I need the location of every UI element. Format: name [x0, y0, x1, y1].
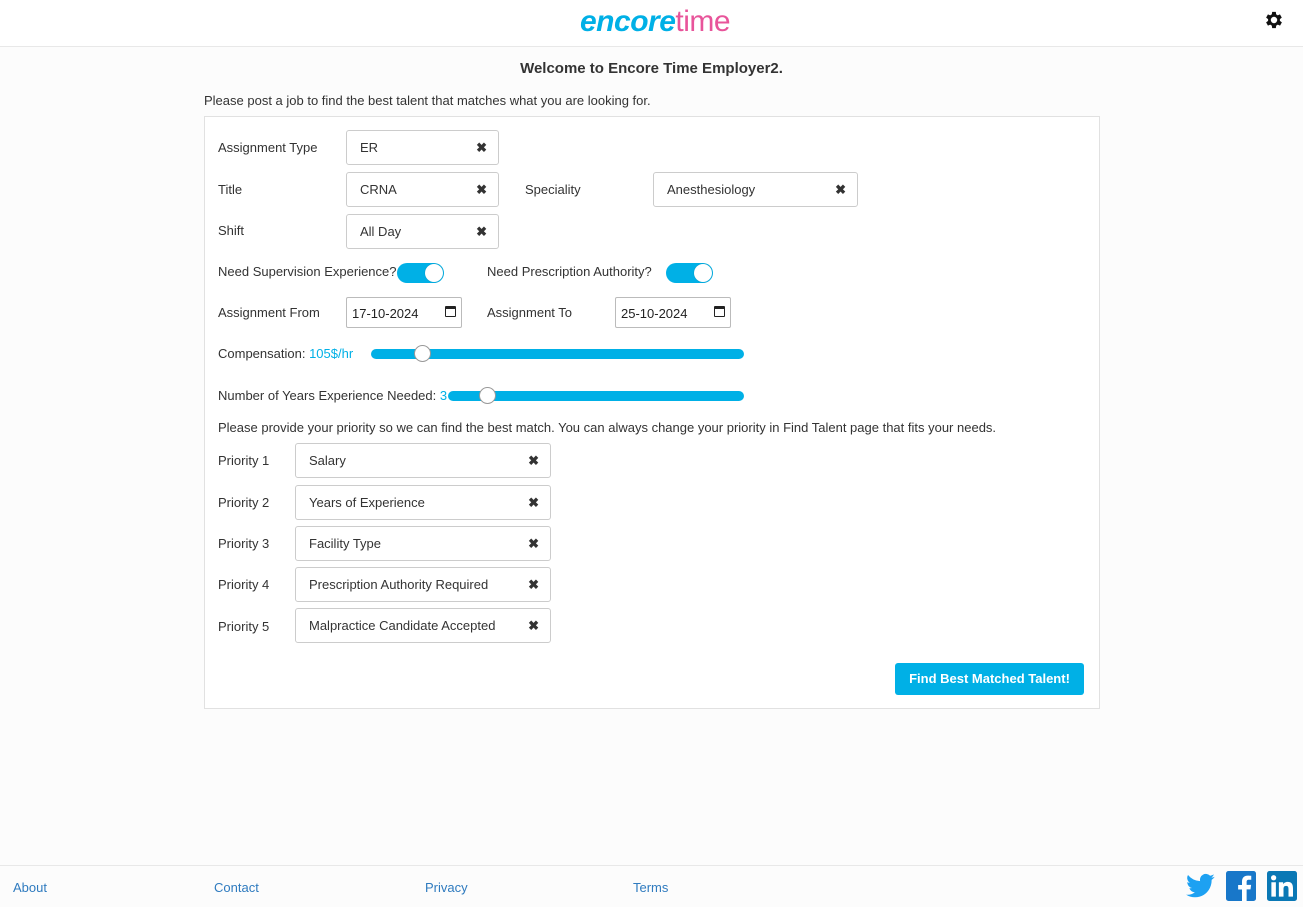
compensation-label-text: Compensation: [218, 346, 306, 361]
priority-5-value: Malpractice Candidate Accepted [309, 618, 496, 633]
footer-privacy-link[interactable]: Privacy [425, 880, 468, 895]
clear-icon[interactable]: ✖ [528, 536, 539, 552]
footer-contact-link[interactable]: Contact [214, 880, 259, 895]
assignment-type-label: Assignment Type [218, 140, 318, 155]
priority-1-select[interactable]: Salary ✖ [295, 443, 551, 478]
priority-2-label: Priority 2 [218, 495, 270, 510]
priority-4-value: Prescription Authority Required [309, 577, 489, 592]
assignment-from-label: Assignment From [218, 305, 320, 320]
supervision-toggle[interactable] [397, 263, 444, 283]
clear-icon[interactable]: ✖ [476, 224, 487, 240]
toggle-knob [694, 264, 712, 282]
footer-about-link[interactable]: About [13, 880, 47, 895]
speciality-label: Speciality [525, 182, 581, 197]
clear-icon[interactable]: ✖ [528, 453, 539, 469]
experience-value: 3 [439, 388, 448, 403]
twitter-icon[interactable] [1186, 871, 1216, 901]
prescription-label: Need Prescription Authority? [487, 264, 652, 279]
find-talent-button[interactable]: Find Best Matched Talent! [895, 663, 1084, 695]
priority-3-label: Priority 3 [218, 536, 270, 551]
priority-3-value: Facility Type [309, 536, 382, 551]
toggle-knob [425, 264, 443, 282]
compensation-slider[interactable] [371, 345, 744, 362]
clear-icon[interactable]: ✖ [476, 182, 487, 198]
priority-intro: Please provide your priority so we can f… [218, 420, 997, 435]
compensation-label: Compensation: 105$/hr [218, 346, 353, 362]
priority-2-select[interactable]: Years of Experience ✖ [295, 485, 551, 520]
assignment-type-select[interactable]: ER ✖ [346, 130, 499, 165]
priority-3-select[interactable]: Facility Type ✖ [295, 526, 551, 561]
clear-icon[interactable]: ✖ [476, 140, 487, 156]
experience-label: Number of Years Experience Needed: 3 [218, 388, 447, 404]
experience-slider[interactable] [448, 387, 744, 404]
job-post-form: Assignment Type ER ✖ Title CRNA ✖ Specia… [204, 116, 1100, 709]
assignment-to-label: Assignment To [487, 305, 573, 320]
compensation-value: 105$/hr [309, 346, 354, 361]
title-label: Title [218, 182, 243, 197]
speciality-value: Anesthesiology [667, 182, 756, 197]
title-select[interactable]: CRNA ✖ [346, 172, 499, 207]
logo-time: time [675, 5, 731, 38]
facebook-icon[interactable] [1226, 871, 1256, 901]
priority-5-select[interactable]: Malpractice Candidate Accepted ✖ [295, 608, 551, 643]
calendar-icon[interactable] [445, 306, 456, 317]
prescription-toggle[interactable] [666, 263, 713, 283]
header: encoretime [0, 0, 1303, 47]
assignment-from-value: 17-10-2024 [352, 306, 419, 321]
experience-label-text: Number of Years Experience Needed: [218, 388, 437, 403]
logo-encore: encore [580, 5, 676, 38]
page-title: Welcome to Encore Time Employer2. [520, 60, 783, 77]
clear-icon[interactable]: ✖ [528, 495, 539, 511]
linkedin-icon[interactable] [1267, 871, 1297, 901]
priority-1-label: Priority 1 [218, 453, 270, 468]
slider-thumb[interactable] [414, 345, 431, 362]
assignment-to-value: 25-10-2024 [621, 306, 688, 321]
priority-4-label: Priority 4 [218, 577, 270, 592]
shift-value: All Day [360, 224, 402, 239]
clear-icon[interactable]: ✖ [528, 618, 539, 634]
calendar-icon[interactable] [714, 306, 725, 317]
gear-icon[interactable] [1263, 9, 1285, 31]
priority-2-value: Years of Experience [309, 495, 425, 510]
footer-terms-link[interactable]: Terms [633, 880, 668, 895]
assignment-to-date[interactable]: 25-10-2024 [615, 297, 731, 328]
clear-icon[interactable]: ✖ [528, 577, 539, 593]
priority-4-select[interactable]: Prescription Authority Required ✖ [295, 567, 551, 602]
priority-5-label: Priority 5 [218, 619, 270, 634]
intro-text: Please post a job to find the best talen… [204, 93, 651, 108]
assignment-from-date[interactable]: 17-10-2024 [346, 297, 462, 328]
assignment-type-value: ER [360, 140, 379, 155]
title-value: CRNA [360, 182, 397, 197]
priority-1-value: Salary [309, 453, 346, 468]
clear-icon[interactable]: ✖ [835, 182, 846, 198]
shift-select[interactable]: All Day ✖ [346, 214, 499, 249]
shift-label: Shift [218, 223, 245, 238]
slider-thumb[interactable] [479, 387, 496, 404]
supervision-label: Need Supervision Experience? [218, 264, 397, 279]
footer: About Contact Privacy Terms [0, 865, 1303, 907]
speciality-select[interactable]: Anesthesiology ✖ [653, 172, 858, 207]
logo[interactable]: encoretime [580, 2, 731, 42]
